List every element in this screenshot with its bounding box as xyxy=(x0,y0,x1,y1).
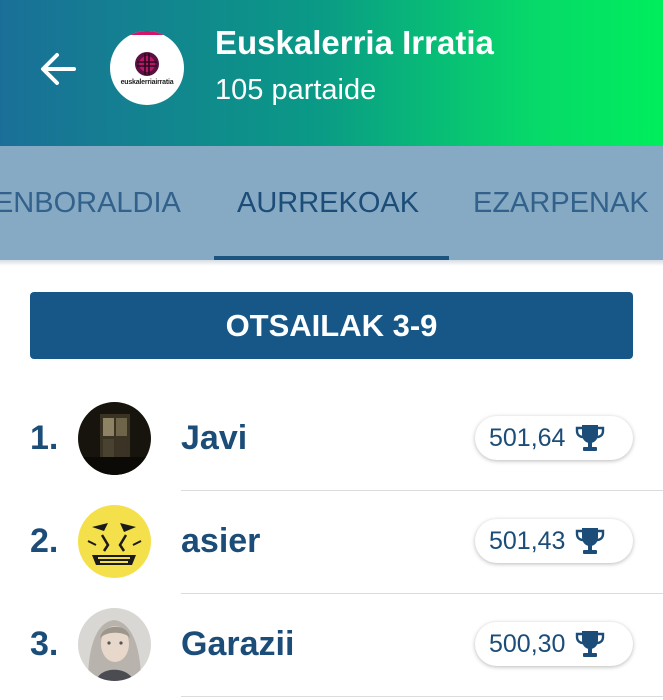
ranking-row[interactable]: 1. Javi 501,64 xyxy=(0,387,663,490)
week-selector[interactable]: OTSAILAK 3-9 xyxy=(30,292,633,359)
rank-number: 2. xyxy=(30,522,59,560)
tab-settings[interactable]: EZARPENAK xyxy=(473,146,649,260)
arrow-left-icon xyxy=(41,53,76,85)
ranking-row[interactable]: 3. Garazii 500,30 xyxy=(0,593,663,696)
trophy-icon xyxy=(576,425,605,451)
tab-season[interactable]: DENBORALDIA xyxy=(0,146,181,260)
user-name: asier xyxy=(181,522,261,560)
globe-logo-icon xyxy=(135,51,159,76)
group-title: Euskalerria Irratia xyxy=(215,24,494,61)
score-badge: 501,64 xyxy=(475,416,633,460)
tab-bar: DENBORALDIA AURREKOAK EZARPENAK xyxy=(0,146,663,260)
group-logo[interactable]: euskalerriairratia xyxy=(110,31,184,105)
score-value: 501,64 xyxy=(489,423,566,452)
logo-text: euskalerriairratia xyxy=(120,78,174,86)
trophy-icon xyxy=(576,528,605,554)
tab-bar-shadow xyxy=(0,260,663,266)
trophy-icon xyxy=(576,631,605,657)
rank-number: 1. xyxy=(30,419,59,457)
score-badge: 500,30 xyxy=(475,622,633,666)
ranking-row[interactable]: 2. asier 501,43 xyxy=(0,490,663,593)
score-badge: 501,43 xyxy=(475,519,633,563)
app-header: euskalerriairratia Euskalerria Irratia 1… xyxy=(0,0,663,146)
participant-count: 105 partaide xyxy=(215,74,377,106)
user-name: Garazii xyxy=(181,625,295,663)
tab-previous[interactable]: AURREKOAK xyxy=(237,146,419,260)
user-name: Javi xyxy=(181,419,248,457)
rank-number: 3. xyxy=(30,625,59,663)
back-button[interactable] xyxy=(34,45,82,93)
row-divider xyxy=(181,696,663,697)
score-value: 500,30 xyxy=(489,629,566,658)
score-value: 501,43 xyxy=(489,526,566,555)
avatar xyxy=(78,402,151,475)
avatar xyxy=(78,505,151,578)
avatar xyxy=(78,608,151,681)
